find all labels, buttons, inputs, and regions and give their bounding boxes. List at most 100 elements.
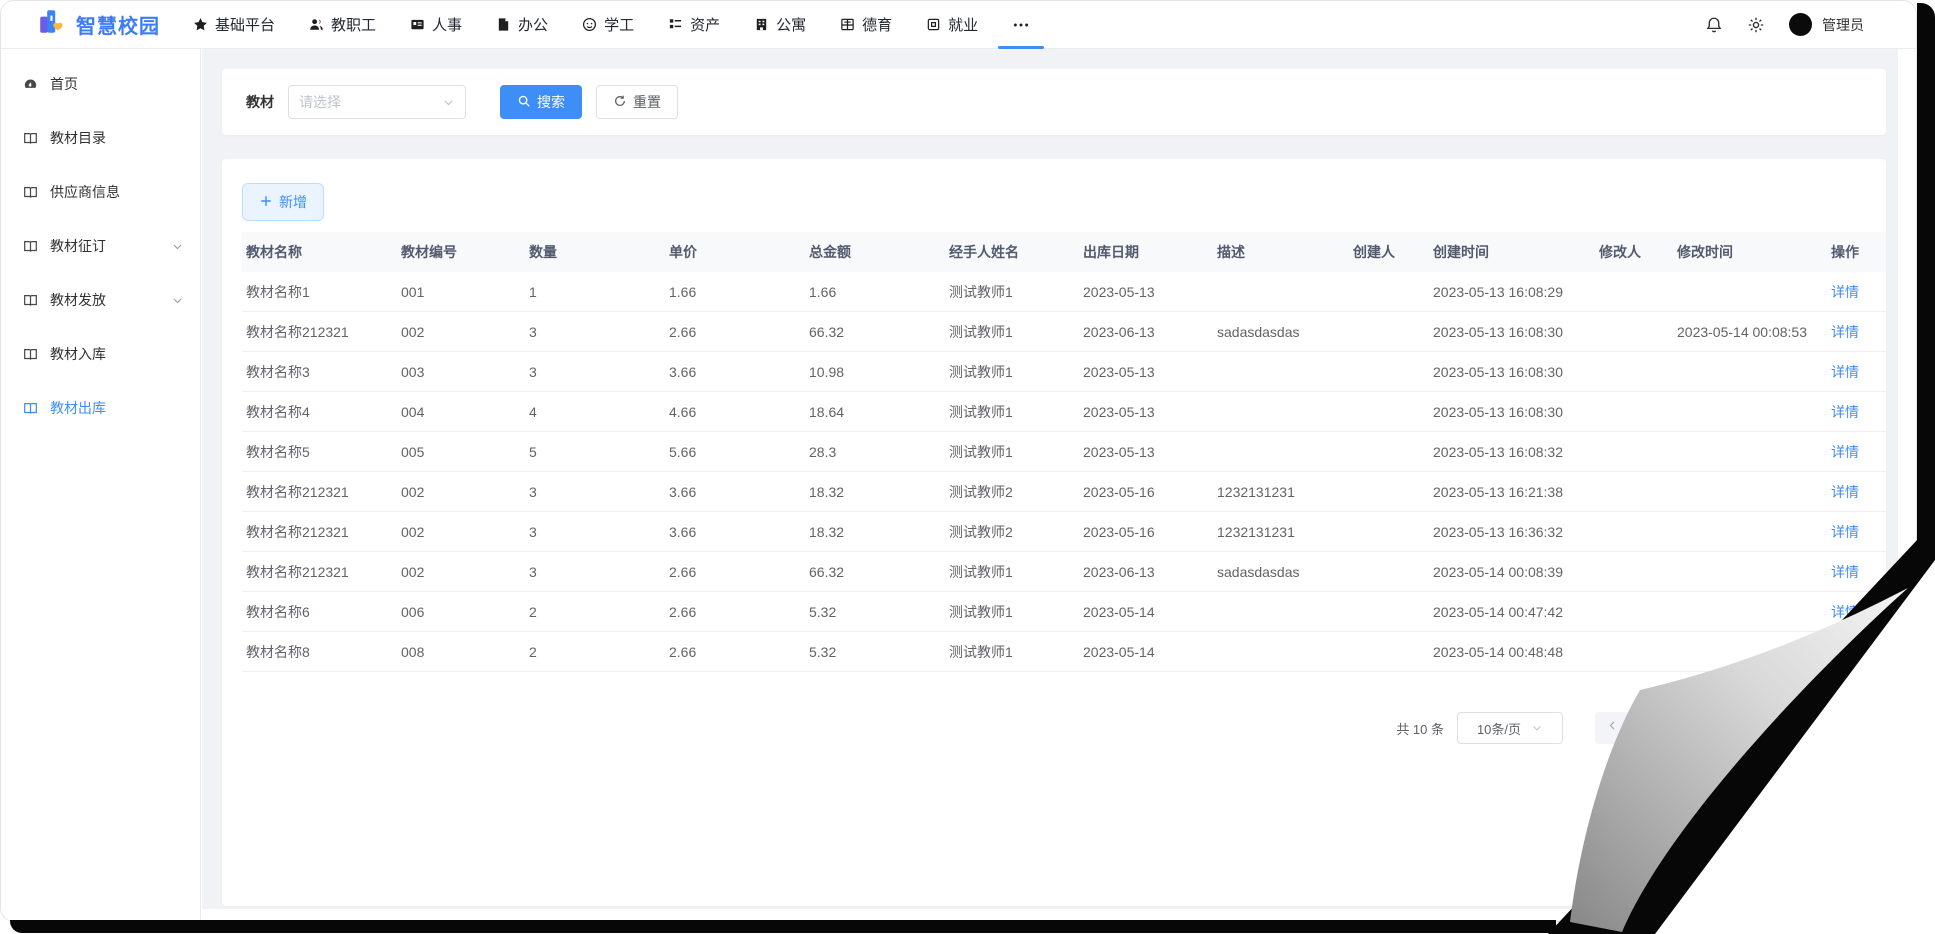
table-cell <box>1595 632 1673 672</box>
table-cell: 2023-05-14 00:47:42 <box>1429 592 1595 632</box>
sidebar-item-教材出库[interactable]: 教材出库 <box>1 381 200 435</box>
table-cell: 3 <box>525 352 665 392</box>
app-window: 智慧校园 基础平台教职工人事办公学工资产公寓德育就业 管理员 首页教材目录供应商… <box>0 0 1917 922</box>
detail-link[interactable]: 详情 <box>1831 404 1859 420</box>
table-cell: 教材名称212321 <box>242 472 397 512</box>
table-cell: 4.66 <box>665 392 805 432</box>
top-nav-menu: 基础平台 教职工 人事 办公 学工 资产 公寓 德育 就业 <box>185 1 1038 49</box>
table-cell: 2 <box>525 592 665 632</box>
nav-item-label: 公寓 <box>776 14 806 35</box>
table-cell <box>1213 632 1349 672</box>
table-cell: 66.32 <box>805 312 945 352</box>
nav-item-label: 人事 <box>432 14 462 35</box>
nav-item-人事[interactable]: 人事 <box>402 1 470 49</box>
sidebar-item-label: 供应商信息 <box>50 182 120 202</box>
nav-item-德育[interactable]: 德育 <box>832 1 900 49</box>
table-row: 教材名称21232100233.6618.32测试教师22023-05-1612… <box>242 472 1886 512</box>
nav-item-教职工[interactable]: 教职工 <box>301 1 384 49</box>
table-cell <box>1673 432 1827 472</box>
table-cell <box>1673 632 1827 672</box>
table-cell: 2023-05-13 <box>1079 352 1213 392</box>
table-cell <box>1213 352 1349 392</box>
detail-link[interactable]: 详情 <box>1831 324 1859 340</box>
chevron-down-icon <box>171 294 184 307</box>
sidebar-item-教材征订[interactable]: 教材征订 <box>1 219 200 273</box>
table-cell: 2 <box>525 632 665 672</box>
table-cell-actions: 详情 <box>1827 592 1886 632</box>
table-cell: 2023-05-13 16:21:38 <box>1429 472 1595 512</box>
table-cell: 2023-05-13 <box>1079 432 1213 472</box>
page-size-select[interactable]: 10条/页 <box>1457 712 1563 744</box>
table-cell: 1 <box>525 272 665 312</box>
table-cell <box>1213 592 1349 632</box>
table-cell: 测试教师1 <box>945 632 1079 672</box>
user-name[interactable]: 管理员 <box>1822 15 1864 35</box>
brand-logo-icon <box>37 7 67 42</box>
table-cell: 5.66 <box>665 432 805 472</box>
table-cell: 教材名称8 <box>242 632 397 672</box>
reset-button-label: 重置 <box>633 92 661 112</box>
sidebar-item-首页[interactable]: 首页 <box>1 57 200 111</box>
nav-item-label: 就业 <box>948 14 978 35</box>
column-header-出库日期: 出库日期 <box>1079 232 1213 272</box>
table-cell: 004 <box>397 392 525 432</box>
table-cell <box>1673 552 1827 592</box>
detail-link[interactable]: 详情 <box>1831 284 1859 300</box>
table-cell: 测试教师1 <box>945 392 1079 432</box>
textbook-select-placeholder: 请选择 <box>299 92 442 112</box>
table-header-row: 教材名称教材编号数量单价总金额经手人姓名出库日期描述创建人创建时间修改人修改时间… <box>242 232 1886 272</box>
table-cell: 1.66 <box>665 272 805 312</box>
table-row: 教材名称400444.6618.64测试教师12023-05-132023-05… <box>242 392 1886 432</box>
nav-item-资产[interactable]: 资产 <box>660 1 728 49</box>
table-cell <box>1673 272 1827 312</box>
detail-link[interactable]: 详情 <box>1831 364 1859 380</box>
nav-item-label: 学工 <box>604 14 634 35</box>
table-cell-actions: 详情 <box>1827 392 1886 432</box>
sidebar-item-供应商信息[interactable]: 供应商信息 <box>1 165 200 219</box>
table-cell: 3.66 <box>665 352 805 392</box>
bell-icon[interactable] <box>1705 16 1723 34</box>
nav-item-学工[interactable]: 学工 <box>574 1 642 49</box>
gear-icon[interactable] <box>1747 16 1765 34</box>
prev-page-button[interactable] <box>1595 712 1629 744</box>
column-header-单价: 单价 <box>665 232 805 272</box>
table-cell: 3 <box>525 552 665 592</box>
table-cell <box>1673 592 1827 632</box>
sidebar-item-教材入库[interactable]: 教材入库 <box>1 327 200 381</box>
nav-item-基础平台[interactable]: 基础平台 <box>185 1 283 49</box>
table-row: 教材名称21232100232.6666.32测试教师12023-06-13sa… <box>242 312 1886 352</box>
table-cell <box>1213 432 1349 472</box>
sidebar-item-label: 教材出库 <box>50 398 106 418</box>
table-cell: 教材名称212321 <box>242 312 397 352</box>
detail-link[interactable]: 详情 <box>1831 444 1859 460</box>
table-cell: 测试教师2 <box>945 472 1079 512</box>
table-cell: 2023-05-16 <box>1079 472 1213 512</box>
user-avatar[interactable] <box>1789 13 1812 36</box>
search-button[interactable]: 搜索 <box>500 85 582 119</box>
table-cell: 2.66 <box>665 632 805 672</box>
textbook-select[interactable]: 请选择 <box>288 85 466 119</box>
detail-link[interactable]: 详情 <box>1831 604 1859 620</box>
more-dots-icon <box>1012 16 1030 34</box>
nav-item-就业[interactable]: 就业 <box>918 1 986 49</box>
detail-link[interactable]: 详情 <box>1831 484 1859 500</box>
table-cell: 2023-05-13 <box>1079 272 1213 312</box>
refresh-icon <box>613 94 627 111</box>
table-cell: 测试教师1 <box>945 552 1079 592</box>
detail-link[interactable]: 详情 <box>1831 564 1859 580</box>
nav-item-label: 基础平台 <box>215 14 275 35</box>
briefcase-icon <box>926 17 941 32</box>
nav-item-办公[interactable]: 办公 <box>488 1 556 49</box>
detail-link[interactable]: 详情 <box>1831 524 1859 540</box>
add-button[interactable]: 新增 <box>242 183 324 221</box>
document-icon <box>496 17 511 32</box>
star-icon <box>193 17 208 32</box>
reset-button[interactable]: 重置 <box>596 85 678 119</box>
sidebar-item-教材目录[interactable]: 教材目录 <box>1 111 200 165</box>
nav-item-more[interactable] <box>1004 1 1038 49</box>
detail-link[interactable]: 详情 <box>1831 644 1859 660</box>
nav-item-公寓[interactable]: 公寓 <box>746 1 814 49</box>
sidebar-item-教材发放[interactable]: 教材发放 <box>1 273 200 327</box>
column-header-总金额: 总金额 <box>805 232 945 272</box>
assets-icon <box>668 17 683 32</box>
